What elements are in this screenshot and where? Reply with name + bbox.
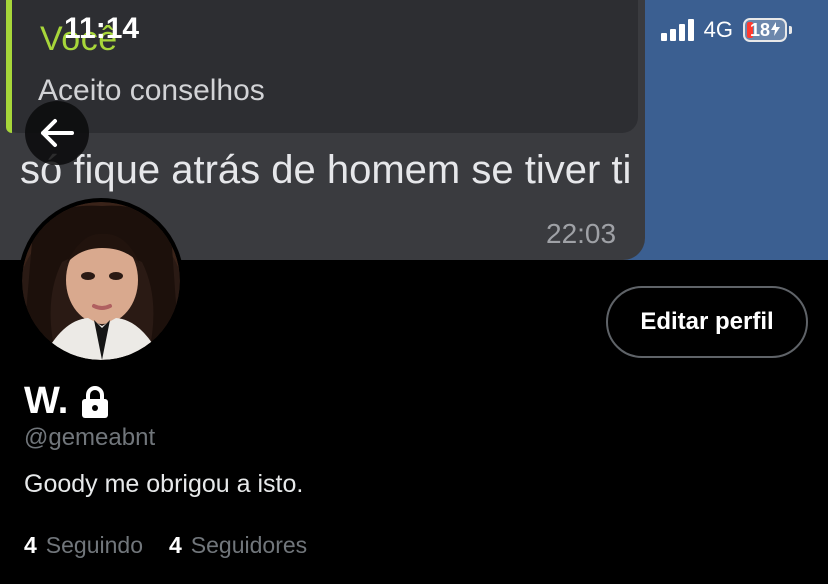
status-indicators: 4G 18 xyxy=(660,15,792,45)
display-name: W. xyxy=(24,380,69,422)
following-count: 4 xyxy=(24,532,37,558)
arrow-left-icon xyxy=(41,119,74,147)
following-link[interactable]: 4 Seguindo xyxy=(24,532,143,559)
reply-text: Aceito conselhos xyxy=(38,74,265,107)
reply-accent-bar xyxy=(6,0,12,133)
avatar-photo xyxy=(22,202,180,360)
profile-bio: Goody me obrigou a isto. xyxy=(24,470,304,498)
followers-link[interactable]: 4 Seguidores xyxy=(169,532,307,559)
edit-profile-button[interactable]: Editar perfil xyxy=(606,286,808,358)
avatar[interactable] xyxy=(18,198,184,364)
followers-label: Seguidores xyxy=(190,532,308,558)
lock-icon xyxy=(82,385,109,418)
profile-handle: @gemeabnt xyxy=(24,424,156,451)
message-time: 22:03 xyxy=(546,218,617,249)
profile-stats: 4 Seguindo 4 Seguidores xyxy=(24,532,307,559)
profile-name-row: W. xyxy=(24,380,110,423)
battery-percent: 18 xyxy=(750,20,781,41)
status-time: 11:14 xyxy=(64,12,140,45)
battery-icon: 18 xyxy=(743,18,787,42)
battery-cap xyxy=(789,26,792,34)
following-label: Seguindo xyxy=(45,532,143,558)
back-button[interactable] xyxy=(25,101,89,165)
cellular-signal-icon xyxy=(660,19,694,41)
followers-count: 4 xyxy=(169,532,182,558)
network-type: 4G xyxy=(703,17,733,42)
